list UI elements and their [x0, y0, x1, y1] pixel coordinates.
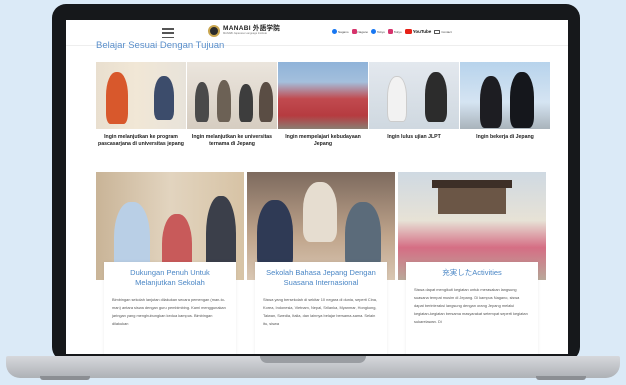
- card-photo: [369, 62, 459, 129]
- feature-card-activities[interactable]: 充実したActivities Siswa dapat mengikuti keg…: [398, 172, 546, 354]
- purpose-card-graduate[interactable]: Ingin melanjutkan ke program pascasarjan…: [96, 62, 186, 149]
- card-photo: [278, 62, 368, 129]
- logo-emblem-icon: [208, 25, 220, 37]
- card-photo: [187, 62, 277, 129]
- section-title: Belajar Sesuai Dengan Tujuan: [96, 40, 225, 51]
- feature-card-support[interactable]: Dukungan Penuh Untuk Melanjutkan Sekolah…: [96, 172, 244, 354]
- feature-cards: Dukungan Penuh Untuk Melanjutkan Sekolah…: [96, 172, 546, 354]
- purpose-card-caption: Ingin bekerja di Jepang: [476, 134, 534, 140]
- feature-card-body: Bimbingan sekolah lanjutan dilakukan sec…: [112, 297, 226, 327]
- feature-card-title: 充実したActivities: [442, 268, 502, 277]
- purpose-card-caption: Ingin lulus ujian JLPT: [387, 134, 441, 140]
- feature-card-body: Siswa dapat mengikuti kegiatan untuk mer…: [414, 287, 528, 325]
- instagram-tokyo-link[interactable]: Tokyo: [387, 29, 402, 34]
- feature-card-content: 充実したActivities Siswa dapat mengikuti keg…: [406, 262, 538, 354]
- contact-link[interactable]: Contact: [434, 29, 452, 34]
- instagram-icon: [351, 29, 357, 34]
- feature-card-title: Sekolah Bahasa Jepang Dengan Suasana Int…: [266, 268, 376, 288]
- site-logo[interactable]: MANABI 外語学院 MANABI Japanese Language Ins…: [208, 25, 280, 37]
- purpose-card-jlpt[interactable]: Ingin lulus ujian JLPT: [369, 62, 459, 141]
- purpose-card-work[interactable]: Ingin bekerja di Jepang: [460, 62, 550, 141]
- laptop-foot-left: [40, 376, 90, 380]
- facebook-icon: [332, 29, 337, 34]
- feature-card-content: Sekolah Bahasa Jepang Dengan Suasana Int…: [255, 262, 387, 354]
- purpose-card-caption: Ingin melanjutkan ke program pascasarjan…: [98, 134, 184, 148]
- facebook-icon: [371, 29, 377, 34]
- purpose-card-caption: Ingin mempelajari kebudayaan Jepang: [285, 134, 361, 148]
- youtube-link[interactable]: YouTube: [404, 29, 431, 34]
- instagram-nagano-link[interactable]: Nagano: [351, 29, 368, 34]
- instagram-icon: [387, 29, 393, 34]
- card-photo: [96, 62, 186, 129]
- card-photo: [460, 62, 550, 129]
- facebook-tokyo-link[interactable]: Tokyo: [371, 29, 385, 34]
- feature-card-body: Siswa yang bersekolah di sekitar 10 nega…: [263, 297, 377, 327]
- hamburger-menu-icon[interactable]: [162, 28, 174, 38]
- social-links: Nagano Nagano Tokyo Tokyo YouTube Contac…: [332, 29, 452, 34]
- purpose-card-culture[interactable]: Ingin mempelajari kebudayaan Jepang: [278, 62, 368, 149]
- laptop-notch: [260, 356, 366, 363]
- youtube-icon: [404, 29, 412, 34]
- logo-subtitle: MANABI Japanese Language Institute: [223, 32, 267, 36]
- laptop-foot-right: [536, 376, 586, 380]
- facebook-nagano-link[interactable]: Nagano: [332, 29, 349, 34]
- mail-icon: [434, 29, 441, 34]
- purpose-card-caption: Ingin melanjutkan ke universitas ternama…: [191, 134, 273, 148]
- purpose-card-university[interactable]: Ingin melanjutkan ke universitas ternama…: [187, 62, 277, 149]
- browser-viewport[interactable]: MANABI 外語学院 MANABI Japanese Language Ins…: [66, 20, 568, 354]
- purpose-cards: Ingin melanjutkan ke program pascasarjan…: [96, 62, 550, 172]
- feature-card-title: Dukungan Penuh Untuk Melanjutkan Sekolah: [130, 268, 210, 288]
- feature-card-international[interactable]: Sekolah Bahasa Jepang Dengan Suasana Int…: [247, 172, 395, 354]
- feature-card-content: Dukungan Penuh Untuk Melanjutkan Sekolah…: [104, 262, 236, 354]
